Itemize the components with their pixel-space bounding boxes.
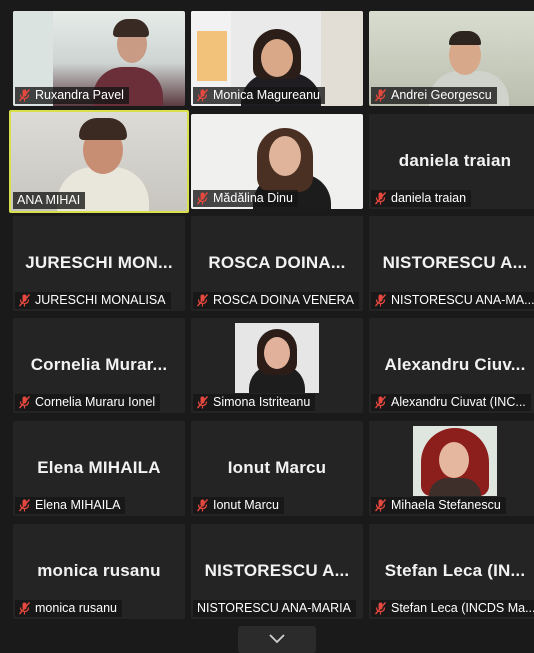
- participant-name-label: ANA MIHAI: [13, 192, 86, 209]
- participant-tile-ana-mihai[interactable]: ANA MIHAI: [9, 110, 189, 213]
- mic-muted-icon: [197, 294, 208, 307]
- mic-muted-icon: [197, 89, 208, 102]
- profile-photo: [235, 323, 319, 393]
- participant-tile-daniela-traian[interactable]: daniela traian daniela traian: [369, 114, 534, 209]
- participant-tile-nistorescu-ana-maria[interactable]: NISTORESCU A... NISTORESCU ANA-MA...: [369, 216, 534, 311]
- participant-name: NISTORESCU ANA-MA...: [391, 293, 534, 307]
- next-page-button[interactable]: [238, 626, 316, 653]
- participant-name-label: monica rusanu: [15, 600, 122, 617]
- participant-tile-elena-mihaila[interactable]: Elena MIHAILA Elena MIHAILA: [13, 421, 185, 516]
- participant-display-name: monica rusanu: [37, 561, 161, 580]
- mic-muted-icon: [375, 89, 386, 102]
- mic-muted-icon: [375, 499, 386, 512]
- participant-name-label: JURESCHI MONALISA: [15, 292, 171, 309]
- participant-name: Ionut Marcu: [213, 498, 280, 512]
- participant-tile-jureschi-monalisa[interactable]: JURESCHI MON... JURESCHI MONALISA: [13, 216, 185, 311]
- mic-muted-icon: [375, 396, 386, 409]
- participant-display-name: daniela traian: [398, 151, 512, 170]
- participant-name: Ruxandra Pavel: [35, 88, 124, 102]
- participant-display-name: JURESCHI MON...: [25, 253, 173, 272]
- participant-display-name: Cornelia Murar...: [30, 355, 168, 374]
- participant-name: daniela traian: [391, 191, 467, 205]
- participant-tile-andrei-georgescu[interactable]: Andrei Georgescu: [369, 11, 534, 106]
- participant-display-name: NISTORESCU A...: [204, 561, 350, 580]
- participant-name-label: Ruxandra Pavel: [15, 87, 129, 104]
- participant-display-name: Alexandru Ciuv...: [384, 355, 526, 374]
- participant-name-label: Simona Istriteanu: [193, 394, 316, 411]
- participant-tile-stefan-leca[interactable]: Stefan Leca (IN... Stefan Leca (INCDS Ma…: [369, 524, 534, 619]
- participant-tile-monica-rusanu[interactable]: monica rusanu monica rusanu: [13, 524, 185, 619]
- mic-muted-icon: [19, 89, 30, 102]
- participant-tile-nistorescu-ana-maria-2[interactable]: NISTORESCU A... NISTORESCU ANA-MARIA: [191, 524, 363, 619]
- mic-muted-icon: [197, 499, 208, 512]
- participant-name-label: Mădălina Dinu: [193, 190, 298, 207]
- participant-name: Mădălina Dinu: [213, 191, 293, 205]
- participant-name-label: Mihaela Stefanescu: [371, 497, 506, 514]
- participant-display-name: Ionut Marcu: [227, 458, 327, 477]
- participant-tile-simona-istriteanu[interactable]: Simona Istriteanu: [191, 318, 363, 413]
- participant-name-label: Alexandru Ciuvat (INC...: [371, 394, 531, 411]
- participant-name: JURESCHI MONALISA: [35, 293, 166, 307]
- participant-name-label: Monica Magureanu: [193, 87, 326, 104]
- participant-tile-ruxandra-pavel[interactable]: Ruxandra Pavel: [13, 11, 185, 106]
- participant-name-label: NISTORESCU ANA-MA...: [371, 292, 534, 309]
- mic-muted-icon: [19, 396, 30, 409]
- chevron-down-icon: [269, 631, 285, 649]
- participant-display-name: ROSCA DOINA...: [208, 253, 346, 272]
- mic-muted-icon: [19, 602, 30, 615]
- participant-tile-madalina-dinu[interactable]: Mădălina Dinu: [191, 114, 363, 209]
- participant-name-label: ROSCA DOINA VENERA: [193, 292, 360, 309]
- participant-tile-cornelia-muraru[interactable]: Cornelia Murar... Cornelia Muraru Ionel: [13, 318, 185, 413]
- mic-muted-icon: [375, 602, 386, 615]
- participant-display-name: Elena MIHAILA: [37, 458, 161, 477]
- participant-name: Andrei Georgescu: [391, 88, 492, 102]
- participant-tile-mihaela-stefanescu[interactable]: Mihaela Stefanescu: [369, 421, 534, 516]
- profile-photo: [413, 426, 497, 496]
- participant-name-label: Cornelia Muraru Ionel: [15, 394, 161, 411]
- participant-name-label: Elena MIHAILA: [15, 497, 126, 514]
- participant-name: ROSCA DOINA VENERA: [213, 293, 355, 307]
- participant-name: Simona Istriteanu: [213, 395, 311, 409]
- participant-name: ANA MIHAI: [17, 193, 81, 207]
- mic-muted-icon: [197, 396, 208, 409]
- participant-tile-rosca-doina-venera[interactable]: ROSCA DOINA... ROSCA DOINA VENERA: [191, 216, 363, 311]
- mic-muted-icon: [19, 294, 30, 307]
- mic-muted-icon: [19, 499, 30, 512]
- mic-muted-icon: [375, 294, 386, 307]
- participant-name-label: NISTORESCU ANA-MARIA: [193, 600, 356, 617]
- participant-name: Mihaela Stefanescu: [391, 498, 501, 512]
- participant-name-label: Stefan Leca (INCDS Ma...: [371, 600, 534, 617]
- participant-tile-alexandru-ciuvat[interactable]: Alexandru Ciuv... Alexandru Ciuvat (INC.…: [369, 318, 534, 413]
- participant-name-label: daniela traian: [371, 190, 472, 207]
- participant-name: NISTORESCU ANA-MARIA: [197, 601, 351, 615]
- participant-name: Elena MIHAILA: [35, 498, 121, 512]
- participant-display-name: NISTORESCU A...: [382, 253, 528, 272]
- mic-muted-icon: [375, 192, 386, 205]
- participant-name: Monica Magureanu: [213, 88, 321, 102]
- participant-name: Cornelia Muraru Ionel: [35, 395, 156, 409]
- participant-tile-ionut-marcu[interactable]: Ionut Marcu Ionut Marcu: [191, 421, 363, 516]
- participant-name-label: Ionut Marcu: [193, 497, 285, 514]
- participant-name-label: Andrei Georgescu: [371, 87, 497, 104]
- participant-name: Alexandru Ciuvat (INC...: [391, 395, 526, 409]
- participant-display-name: Stefan Leca (IN...: [384, 561, 526, 580]
- participant-name: Stefan Leca (INCDS Ma...: [391, 601, 534, 615]
- participant-name: monica rusanu: [35, 601, 117, 615]
- mic-muted-icon: [197, 192, 208, 205]
- participant-tile-monica-magureanu[interactable]: Monica Magureanu: [191, 11, 363, 106]
